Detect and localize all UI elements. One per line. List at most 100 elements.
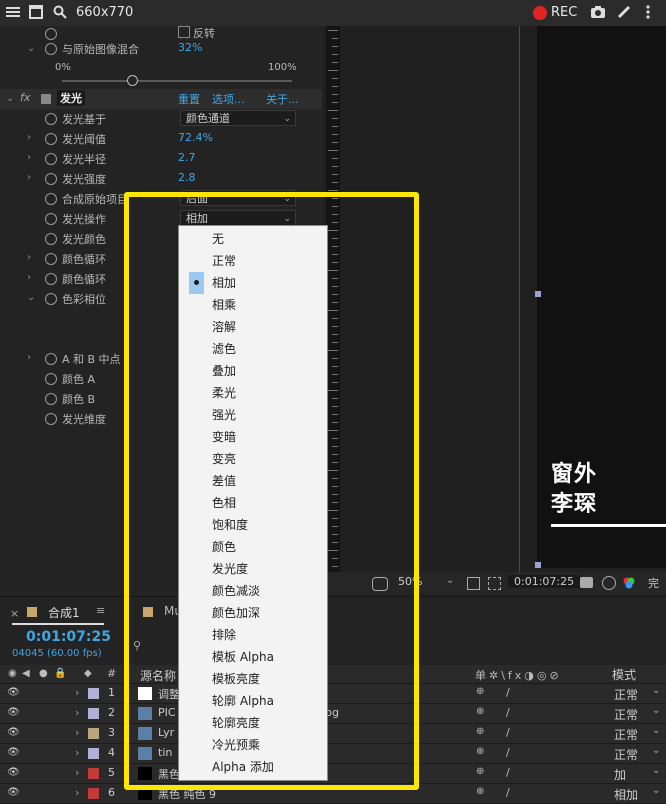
pen-icon[interactable] bbox=[617, 5, 631, 19]
resolution-select[interactable]: 完 bbox=[648, 575, 659, 591]
visibility-eye-icon[interactable]: 👁 bbox=[7, 727, 20, 738]
layer-label-color[interactable] bbox=[88, 708, 99, 719]
audio-icon[interactable]: ◀ bbox=[22, 668, 30, 679]
expand-chevron-icon[interactable]: ⌄ bbox=[27, 43, 35, 54]
about-link[interactable]: 关于... bbox=[266, 91, 299, 107]
solo-icon[interactable]: ● bbox=[39, 668, 48, 679]
more-options-icon[interactable] bbox=[645, 4, 651, 20]
chevron-down-icon[interactable]: ⌄ bbox=[652, 745, 660, 756]
bounding-handle[interactable] bbox=[535, 562, 541, 568]
chevron-down-icon[interactable]: ⌄ bbox=[652, 705, 660, 716]
slider-track[interactable] bbox=[62, 80, 292, 82]
layer-mode[interactable]: 正常 bbox=[614, 746, 638, 763]
quality-switch-icon[interactable]: / bbox=[506, 746, 510, 759]
collapse-chevron-icon[interactable]: › bbox=[27, 252, 31, 263]
tab-menu-icon[interactable]: ≡ bbox=[96, 604, 105, 617]
expand-chevron-icon[interactable]: › bbox=[75, 746, 79, 759]
stopwatch-icon[interactable] bbox=[45, 373, 57, 385]
bounding-handle[interactable] bbox=[535, 291, 541, 297]
close-tab-icon[interactable]: × bbox=[10, 607, 19, 620]
stopwatch-icon[interactable] bbox=[45, 293, 57, 305]
show-snapshot-icon[interactable] bbox=[602, 576, 616, 590]
lock-icon[interactable]: 🔒 bbox=[54, 668, 66, 679]
current-timecode[interactable]: 0:01:07:25 bbox=[26, 629, 111, 645]
layer-mode[interactable]: 加 bbox=[614, 766, 626, 783]
snapshot-icon[interactable] bbox=[580, 577, 593, 588]
layer-mode[interactable]: 相加 bbox=[614, 786, 638, 803]
chevron-down-icon[interactable]: ⌄ bbox=[652, 765, 660, 776]
effect-name[interactable]: 发光 bbox=[57, 90, 85, 106]
expand-chevron-icon[interactable]: › bbox=[75, 766, 79, 779]
fx-badge[interactable]: fx bbox=[20, 91, 30, 104]
layer-label-color[interactable] bbox=[88, 748, 99, 759]
shy-switch-icon[interactable]: ⊕ bbox=[476, 706, 484, 717]
property-value[interactable]: 2.8 bbox=[178, 171, 196, 184]
quality-switch-icon[interactable]: / bbox=[506, 726, 510, 739]
window-icon[interactable] bbox=[29, 5, 43, 19]
expand-chevron-icon[interactable]: › bbox=[75, 786, 79, 799]
collapse-chevron-icon[interactable]: › bbox=[27, 152, 31, 163]
region-icon[interactable] bbox=[467, 577, 480, 590]
property-value[interactable]: 72.4% bbox=[178, 131, 213, 144]
collapse-chevron-icon[interactable]: › bbox=[27, 172, 31, 183]
layer-label-color[interactable] bbox=[88, 788, 99, 799]
shy-switch-icon[interactable]: ⊕ bbox=[476, 786, 484, 797]
layer-label-color[interactable] bbox=[88, 728, 99, 739]
stopwatch-icon[interactable] bbox=[45, 173, 57, 185]
stopwatch-icon[interactable] bbox=[45, 213, 57, 225]
chevron-down-icon[interactable]: ⌄ bbox=[446, 575, 454, 586]
mode-column[interactable]: 模式 bbox=[612, 666, 636, 683]
collapse-chevron-icon[interactable]: › bbox=[27, 272, 31, 283]
layer-label-color[interactable] bbox=[88, 768, 99, 779]
slider-handle[interactable] bbox=[127, 75, 138, 86]
property-dropdown[interactable]: 颜色通道 ⌄ bbox=[180, 110, 296, 126]
menu-icon[interactable] bbox=[6, 5, 20, 19]
expand-chevron-icon[interactable]: ⌄ bbox=[27, 292, 35, 303]
blend-value[interactable]: 32% bbox=[178, 41, 202, 54]
chevron-down-icon[interactable]: ⌄ bbox=[652, 725, 660, 736]
stopwatch-icon[interactable] bbox=[45, 193, 57, 205]
stopwatch-icon[interactable] bbox=[45, 43, 57, 55]
reset-link[interactable]: 重置 bbox=[178, 91, 200, 107]
stopwatch-icon[interactable] bbox=[45, 133, 57, 145]
stopwatch-icon[interactable] bbox=[45, 273, 57, 285]
viewer-timecode[interactable]: 0:01:07:25 bbox=[508, 575, 581, 588]
shy-switch-icon[interactable]: ⊕ bbox=[476, 686, 484, 697]
shy-switch-icon[interactable]: ⊕ bbox=[476, 726, 484, 737]
expand-chevron-icon[interactable]: › bbox=[75, 686, 79, 699]
comp-tab[interactable]: 合成1 bbox=[48, 604, 80, 621]
visibility-eye-icon[interactable]: 👁 bbox=[7, 707, 20, 718]
visibility-eye-icon[interactable]: 👁 bbox=[7, 687, 20, 698]
stopwatch-icon[interactable] bbox=[45, 153, 57, 165]
visibility-eye-icon[interactable]: 👁 bbox=[7, 747, 20, 758]
chevron-down-icon[interactable]: ⌄ bbox=[652, 685, 660, 696]
options-link[interactable]: 选项... bbox=[212, 91, 245, 107]
visibility-eye-icon[interactable]: 👁 bbox=[7, 787, 20, 798]
color-channels-icon[interactable] bbox=[622, 576, 636, 590]
stopwatch-icon[interactable] bbox=[45, 113, 57, 125]
stopwatch-icon[interactable] bbox=[45, 253, 57, 265]
collapse-chevron-icon[interactable]: ⌄ bbox=[6, 93, 14, 104]
expand-chevron-icon[interactable]: › bbox=[75, 726, 79, 739]
shy-switch-icon[interactable]: ⊕ bbox=[476, 766, 484, 777]
collapse-chevron-icon[interactable]: › bbox=[27, 132, 31, 143]
layer-mode[interactable]: 正常 bbox=[614, 726, 638, 743]
quality-switch-icon[interactable]: / bbox=[506, 766, 510, 779]
label-icon[interactable]: ◆ bbox=[84, 668, 92, 679]
quality-switch-icon[interactable]: / bbox=[506, 686, 510, 699]
collapse-chevron-icon[interactable]: › bbox=[27, 352, 31, 363]
camera-icon[interactable] bbox=[590, 5, 606, 19]
quality-switch-icon[interactable]: / bbox=[506, 786, 510, 799]
eye-icon[interactable]: ◉ bbox=[8, 668, 17, 679]
shy-switch-icon[interactable]: ⊕ bbox=[476, 746, 484, 757]
layer-label-color[interactable] bbox=[88, 688, 99, 699]
stopwatch-icon[interactable] bbox=[45, 353, 57, 365]
visibility-eye-icon[interactable]: 👁 bbox=[7, 767, 20, 778]
stopwatch-icon[interactable] bbox=[45, 233, 57, 245]
invert-checkbox[interactable] bbox=[178, 26, 190, 38]
chevron-down-icon[interactable]: ⌄ bbox=[652, 785, 660, 796]
layer-mode[interactable]: 正常 bbox=[614, 706, 638, 723]
grid-icon[interactable] bbox=[488, 577, 501, 590]
record-button[interactable]: REC bbox=[551, 5, 577, 20]
property-value[interactable]: 2.7 bbox=[178, 151, 196, 164]
